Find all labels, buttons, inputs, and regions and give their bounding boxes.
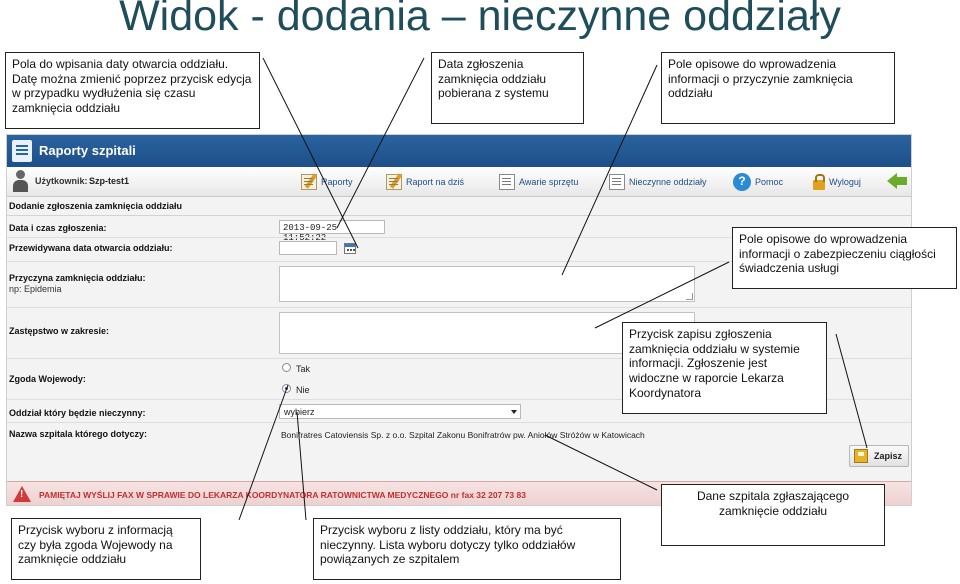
save-button[interactable]: Zapisz [849, 445, 909, 467]
form-title: Dodanie zgłoszenia zamknięcia oddziału [9, 201, 183, 211]
chevron-down-icon [511, 410, 517, 414]
app-title: Raporty szpitali [39, 143, 136, 158]
expected-open-date-field[interactable] [279, 241, 337, 255]
voivode-no-label: Nie [296, 385, 310, 395]
fax-notice-text: PAMIĘTAJ WYŚLIJ FAX W SPRAWIE DO LEKARZA… [39, 490, 526, 500]
row-divider [7, 307, 911, 308]
datetime-label: Data i czas zgłoszenia: [9, 223, 107, 233]
reason-hint: np: Epidemia [9, 284, 62, 294]
warning-icon [13, 486, 31, 502]
user-label: Użytkownik: [35, 176, 88, 186]
callout-report-date: Data zgłoszenia zamknięcia oddziału pobi… [431, 52, 584, 124]
toolbar-item-reports[interactable]: Raporty [301, 172, 353, 192]
slide-title: Widok - dodania – nieczynne oddziały [119, 0, 841, 40]
callout-substitute-field: Pole opisowe do wprowadzenia informacji … [732, 227, 957, 289]
callout-opening-date: Pola do wpisania daty otwarcia oddziału.… [5, 52, 260, 129]
row-divider [7, 422, 911, 423]
save-button-label: Zapisz [874, 451, 903, 461]
toolbar-item-label: Awarie sprzętu [519, 177, 579, 187]
hospital-label: Nazwa szpitala którego dotyczy: [9, 429, 148, 439]
report-today-icon [386, 174, 402, 190]
substitute-label: Zastępstwo w zakresie: [9, 326, 110, 336]
callout-voivode-radio: Przycisk wyboru z informacją czy była zg… [11, 518, 201, 580]
callout-hospital-data: Dane szpitala zgłaszającego zamknięcie o… [661, 484, 885, 546]
back-arrow-icon[interactable] [887, 172, 907, 190]
ward-label: Oddział który będzie nieczynny: [9, 408, 146, 418]
closed-wards-icon [609, 174, 625, 190]
hospital-name-value: Bonifratres Catoviensis Sp. z o.o. Szpit… [281, 430, 645, 440]
form-divider [7, 215, 911, 216]
toolbar-item-report-today[interactable]: Raport na dziś [386, 172, 464, 192]
toolbar-item-logout[interactable]: Wyloguj [813, 172, 861, 192]
toolbar-item-closed-wards[interactable]: Nieczynne oddziały [609, 172, 707, 192]
ward-select[interactable]: wybierz [279, 404, 521, 419]
callout-ward-select: Przycisk wyboru z listy oddziału, który … [313, 518, 621, 580]
toolbar-item-label: Pomoc [755, 177, 784, 187]
callout-reason-field: Pole opisowe do wprowadzenia informacji … [661, 52, 895, 124]
reason-label: Przyczyna zamknięcia oddziału: [9, 273, 146, 283]
help-icon: ? [733, 173, 751, 191]
lock-icon [813, 173, 825, 190]
user-avatar-icon [11, 169, 29, 193]
toolbar-item-label: Wyloguj [829, 177, 861, 187]
voivode-yes-label: Tak [296, 364, 311, 374]
app-window: Raporty szpitali Użytkownik: Szp-test1 R… [6, 134, 912, 506]
toolbar-item-label: Raporty [321, 177, 353, 187]
toolbar: Użytkownik: Szp-test1 Raporty Raport na … [7, 167, 911, 197]
voivode-no-radio[interactable] [282, 384, 291, 393]
toolbar-item-label: Nieczynne oddziały [629, 177, 707, 187]
toolbar-item-label: Raport na dziś [406, 177, 465, 187]
toolbar-item-equipment-failures[interactable]: Awarie sprzętu [499, 172, 578, 192]
voivode-yes-radio[interactable] [282, 363, 291, 372]
app-header: Raporty szpitali [7, 135, 911, 167]
expected-open-label: Przewidywana data otwarcia oddziału: [9, 243, 173, 253]
save-icon [854, 449, 868, 463]
equipment-failure-icon [499, 174, 515, 190]
calendar-icon[interactable] [344, 243, 356, 254]
reason-textarea[interactable] [279, 266, 695, 302]
toolbar-item-help[interactable]: ? Pomoc [733, 172, 783, 192]
ward-select-value: wybierz [284, 407, 315, 417]
report-pencil-icon [301, 174, 317, 190]
callout-save-button: Przycisk zapisu zgłoszenia zamknięcia od… [622, 322, 827, 414]
app-logo-icon [12, 140, 32, 162]
voivode-label: Zgoda Wojewody: [9, 374, 86, 384]
datetime-field: 2013-09-25 11:52:22 [279, 220, 385, 243]
user-name: Szp-test1 [89, 176, 130, 186]
